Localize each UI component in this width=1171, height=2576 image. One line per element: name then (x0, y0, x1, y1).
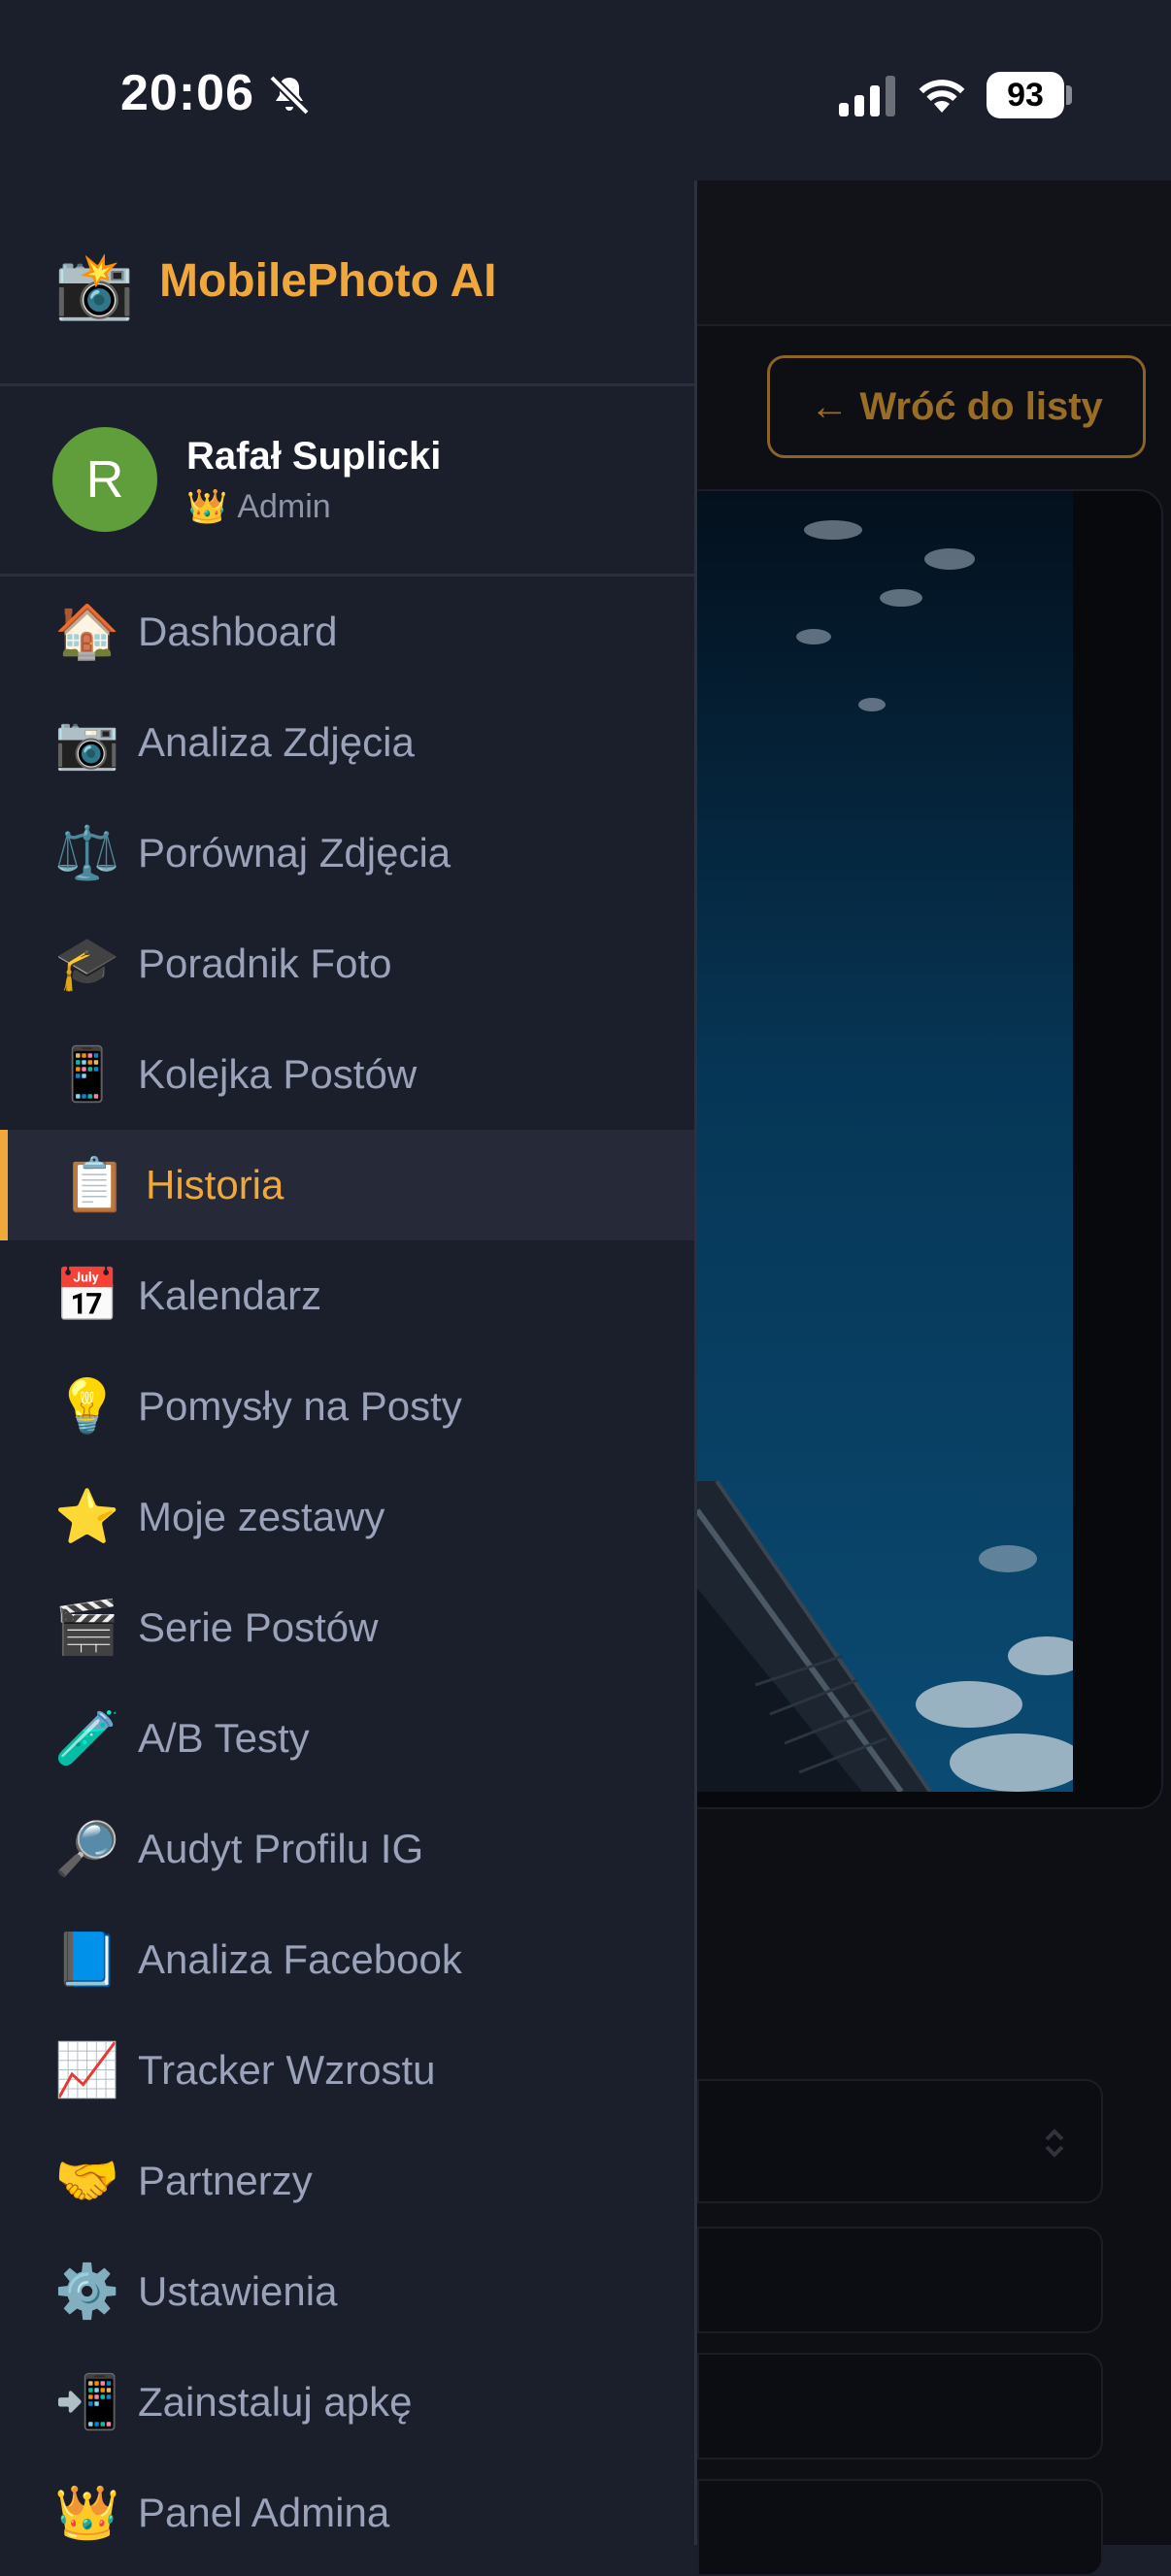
battery-indicator: 93 (987, 72, 1064, 118)
menu-item-calendar[interactable]: 📅 Kalendarz (0, 1240, 694, 1351)
menu-item-post-series[interactable]: 🎬 Serie Postów (0, 1572, 694, 1683)
phone-arrow-icon: 📲 (54, 2372, 120, 2431)
background-page: ← Wróć do listy (678, 181, 1171, 2576)
menu-item-admin-panel[interactable]: 👑 Panel Admina (0, 2458, 694, 2568)
input-field[interactable] (697, 2353, 1103, 2460)
photo-preview (697, 491, 1073, 1792)
input-field[interactable] (697, 2227, 1103, 2333)
menu-item-settings[interactable]: ⚙️ Ustawienia (0, 2236, 694, 2347)
star-icon: ⭐ (54, 1487, 120, 1546)
status-bar: 20:06 93 (0, 0, 1171, 181)
menu-item-ab-tests[interactable]: 🧪 A/B Testy (0, 1683, 694, 1794)
menu-item-label: Dashboard (138, 609, 338, 654)
bell-muted-icon (269, 75, 310, 116)
menu-item-label: Analiza Facebook (138, 1936, 462, 1982)
menu-item-label: Tracker Wzrostu (138, 2047, 436, 2093)
drawer-brand: 📸 MobilePhoto AI (0, 181, 694, 386)
menu-item-label: Kolejka Postów (138, 1051, 418, 1097)
house-icon: 🏠 (54, 602, 120, 661)
gear-icon: ⚙️ (54, 2262, 120, 2321)
chart-increasing-icon: 📈 (54, 2040, 120, 2099)
select-field[interactable] (697, 2079, 1103, 2203)
menu-item-compare-photos[interactable]: ⚖️ Porównaj Zdjęcia (0, 798, 694, 908)
menu-item-label: A/B Testy (138, 1715, 310, 1761)
clipboard-icon: 📋 (62, 1155, 128, 1214)
back-to-list-button[interactable]: ← Wróć do listy (767, 355, 1146, 458)
menu-item-label: Serie Postów (138, 1604, 379, 1650)
menu-item-label: Historia (146, 1162, 284, 1207)
user-profile[interactable]: R Rafał Suplicki 👑 Admin (0, 386, 694, 577)
drawer-menu: 🏠 Dashboard 📷 Analiza Zdjęcia ⚖️ Porówna… (0, 577, 694, 2568)
menu-item-post-queue[interactable]: 📱 Kolejka Postów (0, 1019, 694, 1130)
test-tube-icon: 🧪 (54, 1708, 120, 1767)
input-field[interactable] (697, 2479, 1103, 2576)
navigation-drawer: 📸 MobilePhoto AI R Rafał Suplicki 👑 Admi… (0, 181, 697, 2545)
menu-item-label: Audyt Profilu IG (138, 1826, 424, 1871)
menu-item-photo-analysis[interactable]: 📷 Analiza Zdjęcia (0, 687, 694, 798)
graduation-cap-icon: 🎓 (54, 934, 120, 993)
menu-item-dashboard[interactable]: 🏠 Dashboard (0, 577, 694, 687)
menu-item-post-ideas[interactable]: 💡 Pomysły na Posty (0, 1351, 694, 1462)
menu-item-label: Porównaj Zdjęcia (138, 830, 452, 875)
menu-item-label: Analiza Zdjęcia (138, 719, 415, 765)
cellular-signal-icon (839, 76, 895, 116)
blue-book-icon: 📘 (54, 1930, 120, 1989)
camera-flash-icon: 📸 (54, 249, 135, 321)
menu-item-partners[interactable]: 🤝 Partnerzy (0, 2126, 694, 2236)
clapperboard-icon: 🎬 (54, 1598, 120, 1657)
menu-item-photo-guide[interactable]: 🎓 Poradnik Foto (0, 908, 694, 1019)
user-role: 👑 Admin (186, 487, 331, 526)
magnifying-glass-icon: 🔎 (54, 1819, 120, 1878)
select-chevrons-icon (1045, 2129, 1064, 2158)
menu-item-install-app[interactable]: 📲 Zainstaluj apkę (0, 2347, 694, 2458)
menu-item-label: Partnerzy (138, 2158, 313, 2203)
menu-item-label: Ustawienia (138, 2268, 338, 2314)
camera-icon: 📷 (54, 712, 120, 772)
calendar-icon: 📅 (54, 1266, 120, 1325)
crown-icon: 👑 (54, 2483, 120, 2542)
menu-item-ig-profile-audit[interactable]: 🔎 Audyt Profilu IG (0, 1794, 694, 1904)
wifi-icon (919, 80, 965, 113)
menu-item-growth-tracker[interactable]: 📈 Tracker Wzrostu (0, 2015, 694, 2126)
light-bulb-icon: 💡 (54, 1376, 120, 1436)
menu-item-label: Panel Admina (138, 2490, 390, 2535)
menu-item-my-sets[interactable]: ⭐ Moje zestawy (0, 1462, 694, 1572)
battery-tip (1066, 85, 1072, 105)
menu-item-label: Kalendarz (138, 1272, 322, 1318)
user-name: Rafał Suplicki (186, 435, 442, 478)
menu-item-facebook-analysis[interactable]: 📘 Analiza Facebook (0, 1904, 694, 2015)
menu-item-label: Moje zestawy (138, 1494, 385, 1539)
menu-item-history[interactable]: 📋 Historia (0, 1130, 694, 1240)
handshake-icon: 🤝 (54, 2151, 120, 2210)
status-time: 20:06 (120, 65, 254, 121)
mobile-phone-icon: 📱 (54, 1044, 120, 1104)
battery-level: 93 (1007, 76, 1044, 114)
menu-item-label: Pomysły na Posty (138, 1383, 462, 1429)
menu-item-label: Zainstaluj apkę (138, 2379, 413, 2425)
user-role-label: Admin (237, 487, 331, 525)
avatar: R (52, 427, 157, 532)
background-header (697, 181, 1171, 326)
crown-icon: 👑 (186, 488, 228, 525)
scales-icon: ⚖️ (54, 823, 120, 882)
app-title: MobilePhoto AI (159, 255, 497, 307)
menu-item-label: Poradnik Foto (138, 941, 392, 986)
